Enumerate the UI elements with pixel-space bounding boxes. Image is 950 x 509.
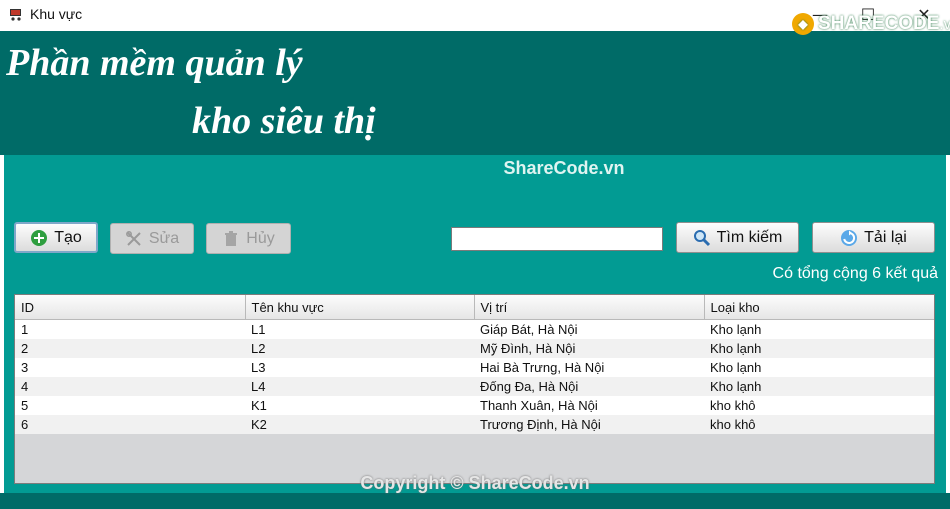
logo-text: SHARECODE [818, 13, 940, 34]
table-row[interactable]: 5 K1 Thanh Xuân, Hà Nội kho khô [15, 396, 934, 415]
column-header-name[interactable]: Tên khu vực [245, 295, 475, 320]
cell-name: L4 [245, 377, 474, 396]
cell-location: Hai Bà Trưng, Hà Nội [474, 358, 704, 377]
cell-type: Kho lạnh [704, 339, 934, 358]
watermark-top: ShareCode.vn [503, 158, 625, 178]
reload-button-label: Tải lại [864, 228, 907, 246]
refresh-icon [840, 229, 858, 247]
cell-id: 3 [15, 358, 245, 377]
cell-type: Kho lạnh [704, 358, 934, 377]
window-frame-bottom [0, 493, 950, 509]
search-button-label: Tìm kiếm [716, 228, 783, 246]
cart-icon [10, 9, 21, 21]
app-header: Phần mềm quản lý kho siêu thị [0, 31, 950, 155]
column-header-location[interactable]: Vị trí [474, 295, 705, 320]
edit-button-label: Sửa [148, 229, 180, 247]
cell-name: K1 [245, 396, 474, 415]
cell-location: Mỹ Đình, Hà Nội [474, 339, 704, 358]
table-row[interactable]: 2 L2 Mỹ Đình, Hà Nội Kho lạnh [15, 339, 934, 358]
cell-location: Trương Định, Hà Nội [474, 415, 704, 434]
delete-button[interactable]: Hủy [206, 223, 291, 254]
logo-badge-icon: ◆ [792, 13, 814, 35]
window-title: Khu vực [30, 6, 83, 22]
reload-button[interactable]: Tải lại [812, 222, 935, 253]
sharecode-logo: ◆ SHARECODE.vn [792, 9, 950, 39]
table-row[interactable]: 1 L1 Giáp Bát, Hà Nội Kho lạnh [15, 319, 934, 339]
cell-type: kho khô [704, 396, 934, 415]
create-button-label: Tạo [54, 228, 82, 246]
cell-name: K2 [245, 415, 474, 434]
cell-id: 5 [15, 396, 245, 415]
cell-location: Giáp Bát, Hà Nội [474, 319, 704, 339]
column-header-id[interactable]: ID [15, 295, 246, 320]
app-title-line2: kho siêu thị [192, 100, 376, 142]
data-table: ID Tên khu vực Vị trí Loại kho 1 L1 Giáp… [15, 295, 934, 434]
tools-icon [125, 230, 143, 248]
column-header-type[interactable]: Loại kho [704, 295, 934, 320]
table-row[interactable]: 6 K2 Trương Định, Hà Nội kho khô [15, 415, 934, 434]
add-icon [30, 229, 48, 247]
cell-type: Kho lạnh [704, 377, 934, 396]
cell-name: L2 [245, 339, 474, 358]
search-input[interactable] [451, 227, 663, 251]
watermark-bottom: Copyright © ShareCode.vn [360, 473, 590, 493]
search-icon [693, 229, 711, 247]
delete-button-label: Hủy [246, 229, 275, 247]
cell-location: Thanh Xuân, Hà Nội [474, 396, 704, 415]
cell-id: 4 [15, 377, 245, 396]
data-table-container: ID Tên khu vực Vị trí Loại kho 1 L1 Giáp… [14, 294, 935, 484]
create-button[interactable]: Tạo [14, 222, 98, 253]
trash-icon [222, 230, 240, 248]
cell-type: Kho lạnh [704, 319, 934, 339]
table-header-row: ID Tên khu vực Vị trí Loại kho [15, 295, 934, 320]
cell-name: L3 [245, 358, 474, 377]
edit-button[interactable]: Sửa [110, 223, 194, 254]
cell-name: L1 [245, 319, 474, 339]
table-row[interactable]: 3 L3 Hai Bà Trưng, Hà Nội Kho lạnh [15, 358, 934, 377]
cell-id: 1 [15, 319, 245, 339]
search-button[interactable]: Tìm kiếm [676, 222, 799, 253]
table-row[interactable]: 4 L4 Đống Đa, Hà Nội Kho lạnh [15, 377, 934, 396]
app-title-line1: Phần mềm quản lý [6, 42, 303, 84]
logo-suffix: .vn [939, 15, 950, 33]
cell-id: 6 [15, 415, 245, 434]
result-count: Có tổng cộng 6 kết quả [772, 265, 938, 282]
cell-id: 2 [15, 339, 245, 358]
cell-type: kho khô [704, 415, 934, 434]
cell-location: Đống Đa, Hà Nội [474, 377, 704, 396]
